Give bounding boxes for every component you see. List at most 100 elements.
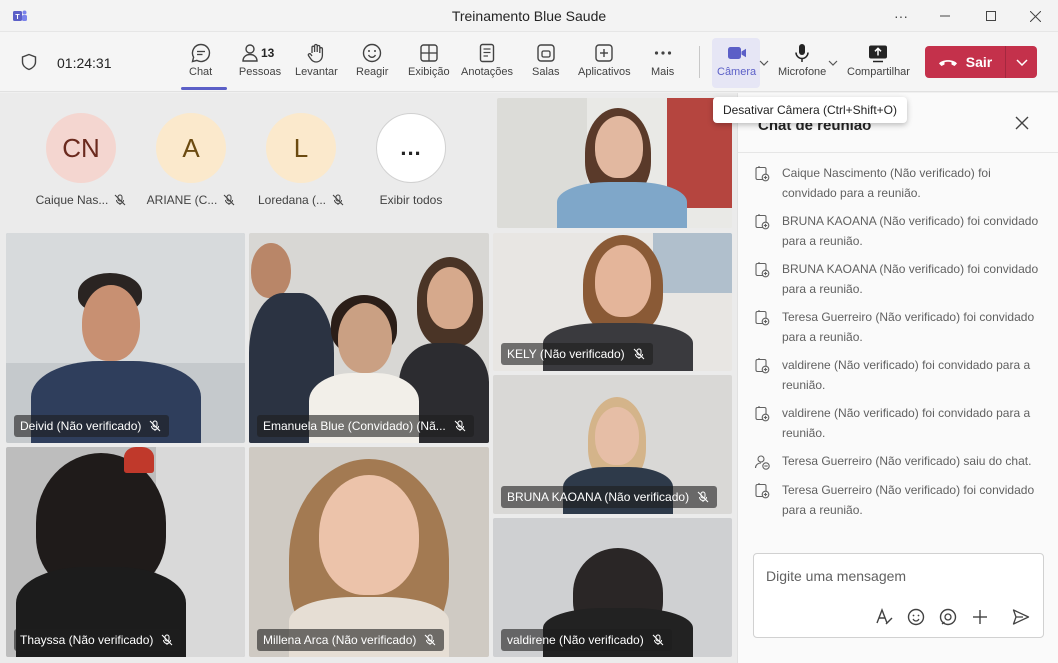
- message-composer[interactable]: Digite uma mensagem: [753, 553, 1044, 638]
- meeting-toolbar: 01:24:31 Chat 13 Pessoas Levantar Reagir…: [0, 32, 1058, 92]
- close-window-button[interactable]: [1012, 0, 1058, 32]
- add-attachment-icon[interactable]: [970, 607, 990, 627]
- show-all-participants[interactable]: ... Exibir todos: [356, 113, 466, 207]
- avatar-participant-2[interactable]: A ARIANE (C...: [136, 113, 246, 207]
- face: [251, 243, 291, 298]
- person-added-icon: [755, 166, 770, 182]
- mic-off-icon: [223, 194, 235, 206]
- raise-hand-button[interactable]: Levantar: [295, 42, 338, 86]
- people-button[interactable]: 13 Pessoas: [239, 42, 281, 86]
- video-camera-icon: [727, 47, 746, 59]
- camera-options-chevron-icon[interactable]: [759, 58, 769, 69]
- add-app-icon: [595, 44, 613, 62]
- mic-off-icon: [633, 348, 644, 360]
- person-added-icon: [755, 214, 770, 230]
- chat-message-text: BRUNA KAOANA (Não verificado) foi convid…: [782, 214, 1039, 248]
- shield-icon[interactable]: [20, 53, 38, 71]
- more-button[interactable]: Mais: [651, 42, 674, 86]
- avatar-name-row: Loredana (...: [246, 193, 356, 207]
- leave-options-chevron-icon[interactable]: [1006, 46, 1037, 78]
- microphone-label: Microfone: [778, 66, 827, 78]
- participant-label: BRUNA KAOANA (Não verificado): [501, 486, 718, 508]
- video-tile[interactable]: BRUNA KAOANA (Não verificado): [493, 375, 732, 514]
- chat-message-text: BRUNA KAOANA (Não verificado) foi convid…: [782, 262, 1039, 296]
- maximize-button[interactable]: [968, 0, 1014, 32]
- mic-off-icon: [162, 634, 173, 646]
- video-tile[interactable]: Thayssa (Não verificado): [6, 447, 245, 657]
- mic-off-icon: [697, 491, 709, 503]
- mic-off-icon: [454, 420, 466, 432]
- self-view-tile[interactable]: [497, 98, 732, 228]
- participant-label: Millena Arca (Não verificado): [257, 629, 445, 651]
- avatar-participant-1[interactable]: CN Caique Nas...: [26, 113, 136, 207]
- background-poster: [653, 233, 732, 293]
- avatar: CN: [46, 113, 116, 183]
- microphone-options-chevron-icon[interactable]: [828, 58, 838, 69]
- loop-component-icon[interactable]: [938, 607, 958, 627]
- participant-name: BRUNA KAOANA (Não verificado): [507, 490, 690, 504]
- chat-message: Teresa Guerreiro (Não verificado) foi co…: [754, 482, 1044, 520]
- video-tile[interactable]: Emanuela Blue (Convidado) (Nã...: [249, 233, 489, 443]
- mic-off-icon: [425, 634, 436, 646]
- people-icon: [242, 44, 258, 62]
- apps-button[interactable]: Aplicativos: [578, 42, 631, 86]
- more-options-icon[interactable]: ···: [878, 0, 924, 32]
- rooms-button[interactable]: Salas: [532, 42, 560, 86]
- participant-name: Loredana (...: [257, 193, 327, 207]
- leave-button[interactable]: Sair: [925, 46, 1037, 78]
- share-screen-icon: [869, 45, 888, 63]
- microphone-button[interactable]: Microfone: [778, 42, 826, 86]
- people-label: Pessoas: [238, 66, 282, 78]
- view-label: Exibição: [408, 66, 450, 78]
- camera-button[interactable]: Câmera: [717, 42, 756, 86]
- face: [427, 267, 473, 329]
- person-left-icon: [754, 455, 770, 470]
- raise-hand-label: Levantar: [295, 66, 338, 78]
- chat-message: BRUNA KAOANA (Não verificado) foi convid…: [754, 261, 1044, 299]
- mic-off-icon: [114, 194, 126, 206]
- format-text-icon[interactable]: [874, 607, 894, 627]
- participant-name: Emanuela Blue (Convidado) (Nã...: [263, 419, 446, 433]
- react-button[interactable]: Reagir: [356, 42, 388, 86]
- chat-message-text: valdirene (Não verificado) foi convidado…: [782, 406, 1031, 440]
- avatar: A: [156, 113, 226, 183]
- participant-name: Millena Arca (Não verificado): [263, 633, 417, 647]
- share-button[interactable]: Compartilhar: [847, 42, 910, 86]
- close-icon[interactable]: [1014, 115, 1030, 131]
- view-button[interactable]: Exibição: [408, 42, 450, 86]
- video-tile[interactable]: Deivid (Não verificado): [6, 233, 245, 443]
- leave-main[interactable]: Sair: [925, 46, 1005, 78]
- emoji-icon[interactable]: [906, 607, 926, 627]
- notes-button[interactable]: Anotações: [461, 42, 513, 86]
- chat-message: Caique Nascimento (Não verificado) foi c…: [754, 165, 1044, 203]
- face: [82, 285, 140, 361]
- minimize-button[interactable]: [922, 0, 968, 32]
- avatar-name-row: ARIANE (C...: [136, 193, 246, 207]
- meeting-stage: CN Caique Nas... A ARIANE (C... L Loreda…: [0, 93, 737, 663]
- rooms-label: Salas: [532, 66, 560, 78]
- video-tile[interactable]: valdirene (Não verificado): [493, 518, 732, 657]
- chat-icon: [191, 43, 210, 63]
- show-all-icon: ...: [376, 113, 446, 183]
- video-tile[interactable]: KELY (Não verificado): [493, 233, 732, 371]
- chat-button[interactable]: Chat: [189, 42, 212, 86]
- chat-message: valdirene (Não verificado) foi convidado…: [754, 357, 1044, 395]
- avatar-name-row: Exibir todos: [356, 193, 466, 207]
- participant-name: Deivid (Não verificado): [20, 419, 142, 433]
- active-tab-indicator: [181, 87, 227, 90]
- chat-message-text: Teresa Guerreiro (Não verificado) saiu d…: [782, 454, 1032, 468]
- mic-off-icon: [332, 194, 344, 206]
- chat-message: BRUNA KAOANA (Não verificado) foi convid…: [754, 213, 1044, 251]
- microphone-icon: [795, 44, 809, 62]
- avatar-participant-3[interactable]: L Loredana (...: [246, 113, 356, 207]
- video-tile[interactable]: Millena Arca (Não verificado): [249, 447, 489, 657]
- person-added-icon: [755, 483, 770, 499]
- chat-message-text: Caique Nascimento (Não verificado) foi c…: [782, 166, 991, 200]
- message-input[interactable]: Digite uma mensagem: [766, 568, 906, 584]
- send-icon[interactable]: [1011, 607, 1031, 627]
- share-label: Compartilhar: [847, 66, 910, 78]
- avatar-name-row: Caique Nas...: [26, 193, 136, 207]
- hand-icon: [308, 43, 324, 63]
- chat-label: Chat: [189, 66, 213, 78]
- person-added-icon: [755, 310, 770, 326]
